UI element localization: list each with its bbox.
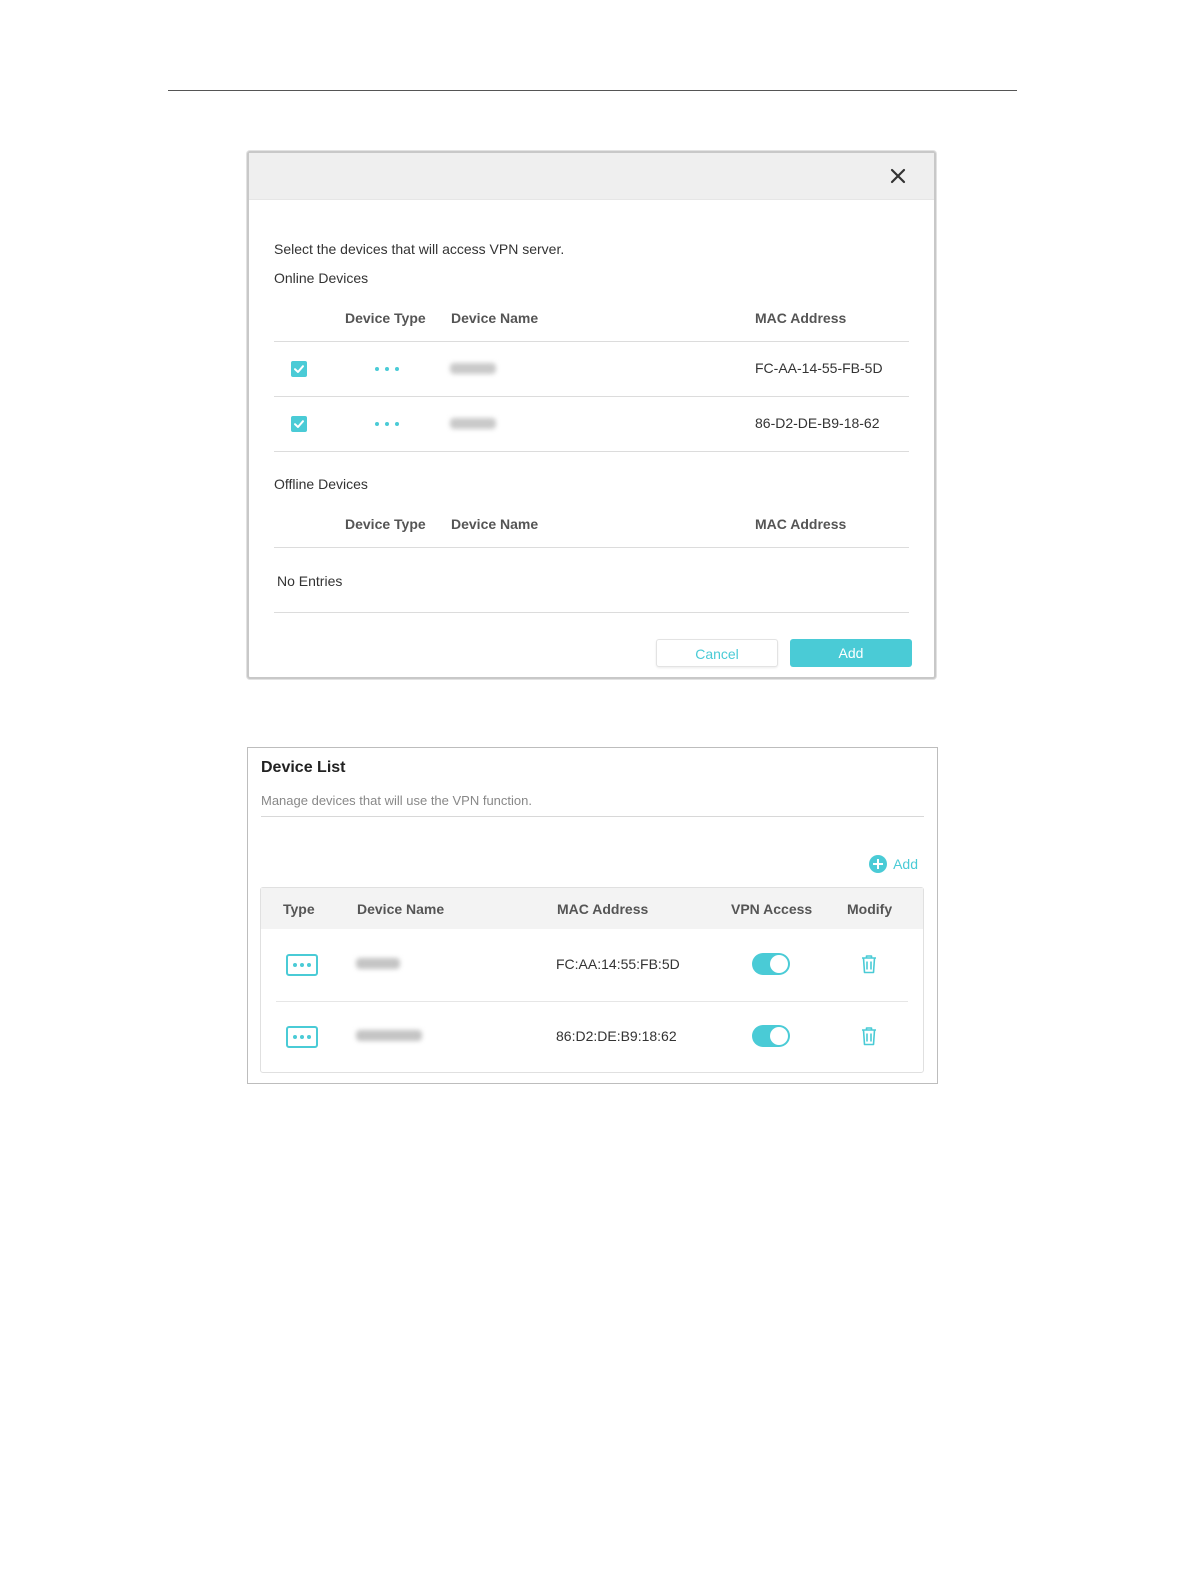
offline-devices-title: Offline Devices bbox=[274, 476, 368, 492]
col-device-type: Device Type bbox=[345, 310, 426, 326]
device-type-other-icon bbox=[375, 367, 399, 371]
col-device-name: Device Name bbox=[451, 516, 539, 532]
table-row: 86:D2:DE:B9:18:62 bbox=[276, 1001, 908, 1073]
panel-subtitle: Manage devices that will use the VPN fun… bbox=[261, 793, 532, 808]
dialog-body: Select the devices that will access VPN … bbox=[274, 199, 912, 677]
device-name-redacted bbox=[356, 958, 400, 969]
trash-icon[interactable] bbox=[860, 1026, 878, 1046]
no-entries-text: No Entries bbox=[277, 573, 343, 589]
panel-divider bbox=[261, 816, 924, 817]
checkbox-checked-icon[interactable] bbox=[291, 361, 307, 377]
device-name-redacted bbox=[450, 363, 496, 374]
online-table-header: Device Type Device Name MAC Address bbox=[274, 297, 909, 342]
online-devices-title: Online Devices bbox=[274, 270, 369, 286]
col-device-name: Device Name bbox=[451, 310, 539, 326]
trash-icon[interactable] bbox=[860, 954, 878, 974]
col-modify: Modify bbox=[847, 901, 893, 917]
mac-address: 86-D2-DE-B9-18-62 bbox=[755, 415, 880, 431]
device-type-other-icon bbox=[375, 422, 399, 426]
col-device-type: Device Type bbox=[345, 516, 426, 532]
panel-title: Device List bbox=[261, 759, 346, 776]
vpn-access-toggle[interactable] bbox=[752, 1025, 790, 1047]
col-vpn-access: VPN Access bbox=[731, 901, 813, 917]
select-devices-dialog: Select the devices that will access VPN … bbox=[247, 151, 936, 679]
device-list-panel: Device List Manage devices that will use… bbox=[247, 747, 938, 1084]
table-row: FC:AA:14:55:FB:5D bbox=[276, 929, 908, 1002]
vpn-access-toggle[interactable] bbox=[752, 953, 790, 975]
add-device-label: Add bbox=[893, 856, 918, 872]
mac-address: 86:D2:DE:B9:18:62 bbox=[556, 1028, 677, 1044]
online-device-row[interactable]: FC-AA-14-55-FB-5D bbox=[274, 342, 909, 397]
online-device-row[interactable]: 86-D2-DE-B9-18-62 bbox=[274, 397, 909, 452]
dialog-intro: Select the devices that will access VPN … bbox=[274, 241, 565, 257]
device-list-table: Type Device Name MAC Address VPN Access … bbox=[260, 887, 924, 1073]
col-type: Type bbox=[283, 901, 315, 917]
col-mac-address: MAC Address bbox=[557, 901, 649, 917]
add-button[interactable]: Add bbox=[790, 639, 912, 667]
cancel-button[interactable]: Cancel bbox=[656, 639, 778, 667]
page-top-rule bbox=[168, 90, 1017, 91]
close-icon[interactable] bbox=[888, 166, 908, 186]
col-mac-address: MAC Address bbox=[755, 310, 847, 326]
device-type-other-icon bbox=[286, 954, 318, 976]
device-name-redacted bbox=[356, 1030, 422, 1041]
device-list-header: Type Device Name MAC Address VPN Access … bbox=[261, 888, 923, 929]
mac-address: FC-AA-14-55-FB-5D bbox=[755, 360, 883, 376]
col-device-name: Device Name bbox=[357, 901, 445, 917]
dialog-header bbox=[249, 153, 934, 200]
mac-address: FC:AA:14:55:FB:5D bbox=[556, 956, 680, 972]
device-name-redacted bbox=[450, 418, 496, 429]
offline-table-header: Device Type Device Name MAC Address bbox=[274, 503, 909, 548]
col-mac-address: MAC Address bbox=[755, 516, 847, 532]
table-divider bbox=[274, 612, 909, 613]
checkbox-checked-icon[interactable] bbox=[291, 416, 307, 432]
plus-circle-icon bbox=[869, 855, 888, 873]
device-type-other-icon bbox=[286, 1026, 318, 1048]
add-device-button[interactable]: Add bbox=[869, 855, 918, 873]
